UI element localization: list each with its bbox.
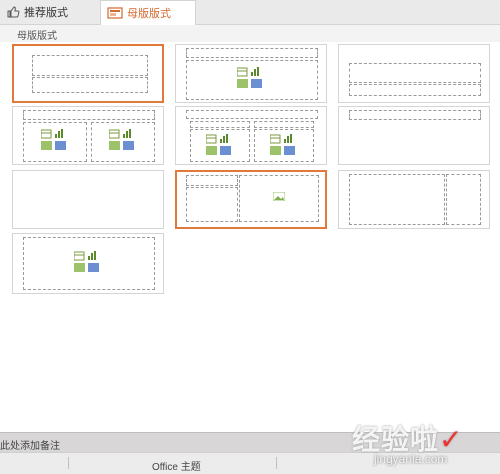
vertical-title-placeholder xyxy=(446,174,481,225)
layout-two-content[interactable] xyxy=(12,106,164,165)
title-placeholder xyxy=(23,110,155,120)
layout-title-slide[interactable] xyxy=(12,44,164,103)
heading-placeholder-right xyxy=(254,121,314,128)
section-title: 母版版式 xyxy=(17,31,57,42)
layout-section-header[interactable] xyxy=(338,44,490,103)
watermark-text: 经验啦 xyxy=(352,424,440,455)
tab-label: 推荐版式 xyxy=(24,7,68,19)
text-placeholder xyxy=(349,174,445,225)
title-placeholder xyxy=(349,63,481,83)
divider xyxy=(68,457,69,469)
check-icon: ✓ xyxy=(439,424,464,455)
layout-tab-bar: 推荐版式 母版版式 xyxy=(0,0,500,25)
title-placeholder xyxy=(349,110,481,120)
title-placeholder xyxy=(32,55,148,76)
subtitle-placeholder xyxy=(32,77,148,93)
notes-placeholder[interactable]: 此处添加备注 xyxy=(0,437,60,452)
title-placeholder xyxy=(186,48,318,58)
thumbs-up-icon xyxy=(6,5,20,19)
tab-master-layouts[interactable]: 母版版式 xyxy=(100,0,196,25)
tab-label: 母版版式 xyxy=(127,8,171,20)
title-placeholder xyxy=(186,110,318,119)
layout-title-and-content[interactable] xyxy=(175,44,327,103)
layout-vertical-title-text[interactable] xyxy=(338,170,490,229)
title-placeholder xyxy=(186,175,238,186)
content-icons xyxy=(41,129,69,150)
layout-title-only[interactable] xyxy=(338,106,490,165)
layout-comparison[interactable] xyxy=(175,106,327,165)
content-icons xyxy=(270,134,298,155)
layout-vertical-content[interactable] xyxy=(12,233,164,294)
tab-recommended-layouts[interactable]: 推荐版式 xyxy=(0,0,100,24)
layout-gallery xyxy=(0,42,500,432)
content-icons xyxy=(206,134,234,155)
content-icons xyxy=(109,129,137,150)
text-placeholder xyxy=(349,84,481,96)
heading-placeholder-left xyxy=(190,121,250,128)
picture-icon xyxy=(273,192,285,201)
layout-blank[interactable] xyxy=(12,170,164,229)
watermark-url: jingyanla.com xyxy=(374,452,448,466)
theme-name: Office 主题 xyxy=(152,462,201,473)
text-placeholder xyxy=(186,187,238,222)
layout-content-with-caption[interactable] xyxy=(175,170,327,229)
slide-layout-icon xyxy=(107,7,123,19)
divider xyxy=(276,457,277,469)
content-icons xyxy=(74,251,102,272)
content-icons xyxy=(237,67,265,88)
section-header: 母版版式 xyxy=(0,25,500,43)
